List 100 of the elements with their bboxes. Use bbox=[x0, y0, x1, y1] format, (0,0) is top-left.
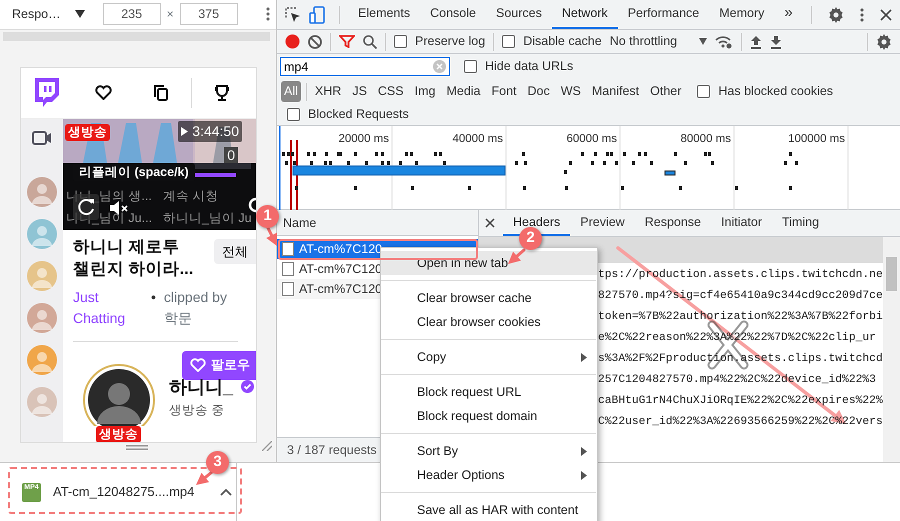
type-filter[interactable]: JS bbox=[349, 81, 370, 102]
menu-item[interactable]: Copy bbox=[381, 345, 597, 369]
download-icon[interactable] bbox=[770, 34, 782, 48]
play-icon bbox=[181, 126, 188, 136]
detail-tab[interactable]: Response bbox=[634, 210, 712, 236]
type-filter[interactable]: Other bbox=[647, 81, 684, 102]
avatar[interactable] bbox=[83, 364, 155, 426]
status-text: 생방송 중 bbox=[169, 402, 226, 419]
type-filter[interactable]: Manifest bbox=[588, 81, 642, 102]
annotation-arrow bbox=[266, 226, 277, 246]
bullet: • bbox=[151, 288, 156, 307]
menu-item[interactable]: Block request URL bbox=[381, 380, 597, 404]
panel-tab[interactable]: Performance bbox=[618, 0, 710, 29]
caption-text: 계속 시청 bbox=[163, 188, 218, 205]
caption-text: 니니_님의 생... bbox=[66, 188, 152, 205]
more-icon[interactable] bbox=[266, 7, 270, 22]
tick-label: 80000 ms bbox=[680, 133, 731, 145]
file-icon bbox=[282, 242, 294, 256]
annotation-arrow bbox=[508, 248, 526, 264]
type-filter[interactable]: All bbox=[281, 81, 301, 102]
resize-corner-icon[interactable] bbox=[262, 440, 272, 451]
type-filter[interactable]: CSS bbox=[374, 81, 407, 102]
type-filter[interactable]: Media bbox=[443, 81, 484, 102]
more-icon[interactable] bbox=[860, 8, 864, 22]
checkbox-label: Blocked Requests bbox=[308, 106, 409, 124]
close-icon[interactable] bbox=[485, 218, 495, 228]
record-icon[interactable] bbox=[285, 34, 300, 49]
type-filter[interactable]: Doc bbox=[524, 81, 553, 102]
clipped-by-text: clipped by 학문 bbox=[164, 288, 228, 328]
twitch-logo-icon[interactable] bbox=[33, 78, 59, 108]
clip-title: 하니니 제로투 챌린지 하이라... bbox=[73, 236, 194, 280]
type-filter[interactable]: Img bbox=[412, 81, 438, 102]
column-header[interactable]: Name bbox=[277, 210, 478, 236]
close-icon[interactable] bbox=[880, 8, 892, 20]
detail-tab[interactable]: Preview bbox=[570, 210, 635, 236]
tick-label: 40000 ms bbox=[452, 133, 503, 145]
filter-field[interactable]: mp4 bbox=[280, 57, 450, 76]
code-line: s%3A%2F%2Fproduction.assets.clips.twitchcd bbox=[598, 352, 883, 367]
times-sign: × bbox=[166, 6, 174, 24]
checkbox[interactable] bbox=[394, 35, 407, 48]
checkbox[interactable] bbox=[464, 60, 477, 73]
panel-tab[interactable]: Elements bbox=[348, 0, 420, 29]
upload-icon[interactable] bbox=[750, 34, 762, 48]
video-camera-icon[interactable] bbox=[32, 130, 52, 145]
settings-icon[interactable] bbox=[828, 6, 844, 22]
copy-icon[interactable] bbox=[154, 84, 168, 101]
gear-icon[interactable] bbox=[248, 196, 256, 213]
device-toolbar-icon[interactable] bbox=[309, 6, 325, 24]
type-filter[interactable]: WS bbox=[558, 81, 584, 102]
inspect-icon[interactable] bbox=[285, 6, 301, 22]
code-line: 257C1204827570.mp4%22%2C%22device_id%22%3 bbox=[598, 372, 877, 388]
checkbox-label: Disable cache bbox=[523, 33, 602, 50]
checkbox[interactable] bbox=[697, 85, 710, 98]
category-link[interactable]: Just Chatting bbox=[73, 286, 143, 329]
all-button[interactable]: 전체 bbox=[214, 238, 256, 264]
filter-icon[interactable] bbox=[339, 35, 355, 48]
checkbox[interactable] bbox=[502, 35, 516, 48]
annotation-arrow bbox=[196, 470, 214, 485]
throttling-dropdown[interactable]: No throttling bbox=[610, 32, 708, 51]
file-name: AT-cm_12048275....mp4 bbox=[53, 483, 194, 502]
checkbox-label: Hide data URLs bbox=[485, 58, 574, 76]
clear-icon[interactable] bbox=[308, 34, 322, 48]
code-line: caBHtuG1rN4ChuXJiORqIE%22%2C%22expires%22% bbox=[598, 394, 883, 409]
caret-icon bbox=[74, 10, 85, 18]
detail-tab[interactable]: Initiator bbox=[711, 210, 772, 236]
submenu-arrow-icon bbox=[581, 470, 587, 480]
trophy-icon[interactable] bbox=[214, 84, 230, 101]
scrollbar[interactable] bbox=[883, 237, 900, 462]
checkbox[interactable] bbox=[287, 108, 300, 121]
code-line: tps://production.assets.clips.twitchcdn.ne bbox=[598, 268, 883, 283]
detail-tab[interactable]: Timing bbox=[772, 210, 830, 236]
menu-item[interactable]: Block request domain bbox=[381, 404, 597, 428]
more-tabs-button[interactable]: » bbox=[774, 0, 803, 29]
height-field[interactable]: 375 bbox=[180, 3, 238, 26]
device-dropdown[interactable]: Respo… bbox=[12, 5, 85, 24]
checkbox-label: Preserve log bbox=[415, 33, 486, 50]
checkbox-label: Has blocked cookies bbox=[718, 83, 834, 100]
menu-item[interactable]: Clear browser cookies bbox=[381, 310, 597, 334]
network-conditions-icon[interactable] bbox=[715, 34, 734, 48]
heart-icon[interactable] bbox=[95, 85, 112, 100]
menu-item[interactable]: Header Options bbox=[381, 463, 597, 487]
resize-handle-icon[interactable] bbox=[126, 444, 148, 450]
scrollbar-thumb[interactable] bbox=[886, 257, 897, 291]
width-field[interactable]: 235 bbox=[102, 3, 161, 26]
duration-label: 3:44:50 bbox=[192, 122, 239, 141]
menu-item[interactable]: Save all as HAR with content bbox=[381, 498, 597, 521]
type-filter[interactable]: Font bbox=[488, 81, 520, 102]
panel-tab[interactable]: Sources bbox=[486, 0, 552, 29]
settings-icon[interactable] bbox=[876, 34, 892, 50]
panel-tab[interactable]: Memory bbox=[709, 0, 774, 29]
tick-label: 100000 ms bbox=[788, 133, 845, 145]
panel-tab[interactable]: Console bbox=[420, 0, 486, 29]
caret-icon bbox=[699, 38, 708, 45]
submenu-arrow-icon bbox=[581, 352, 587, 362]
caret-icon[interactable] bbox=[220, 488, 232, 496]
search-icon[interactable] bbox=[363, 34, 377, 48]
live-badge: 생방송 bbox=[65, 124, 110, 141]
type-filter[interactable]: XHR bbox=[312, 81, 344, 102]
clear-field-icon[interactable] bbox=[433, 60, 446, 73]
follow-button[interactable]: 팔로우 bbox=[182, 350, 256, 380]
